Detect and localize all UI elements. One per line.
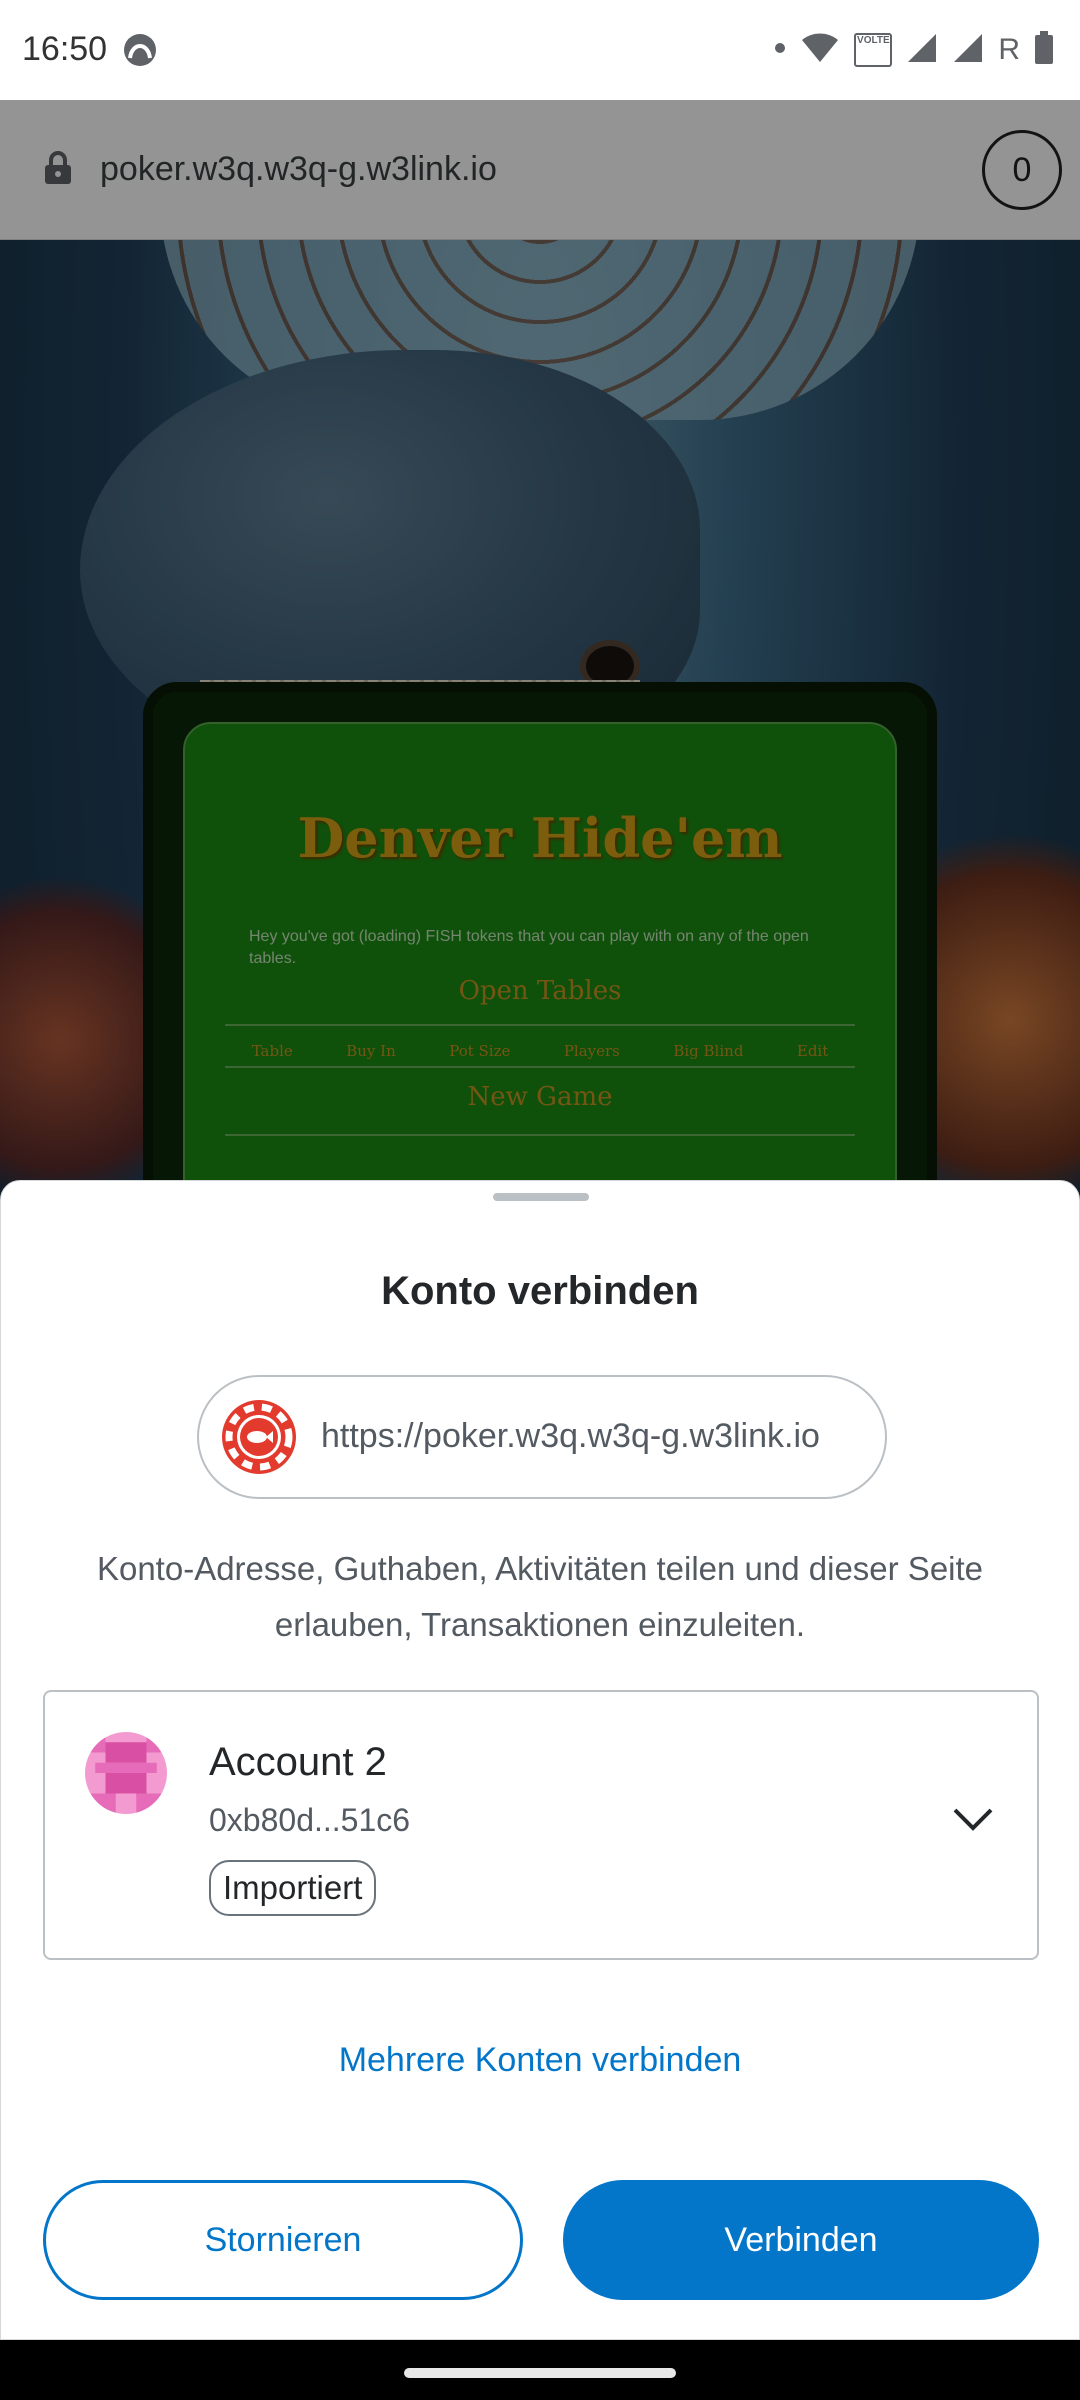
connect-account-sheet: Konto verbinden https://poker.w3q.w3q-g.… bbox=[0, 1180, 1080, 2340]
imported-badge: Importiert bbox=[209, 1860, 377, 1916]
permission-description: Konto-Adresse, Guthaben, Aktivitäten tei… bbox=[96, 1550, 984, 1643]
site-origin-pill: https://poker.w3q.w3q-g.w3link.io bbox=[197, 1375, 887, 1499]
home-gesture-handle[interactable] bbox=[404, 2368, 676, 2378]
signal-icon bbox=[952, 32, 984, 69]
connect-multiple-accounts-link[interactable]: Mehrere Konten verbinden bbox=[1, 2041, 1079, 2080]
account-selector[interactable]: Account 2 0xb80d...51c6 Importiert bbox=[43, 1690, 1039, 1960]
account-name: Account 2 bbox=[209, 1740, 387, 1784]
sheet-drag-handle[interactable] bbox=[493, 1193, 589, 1201]
connect-button[interactable]: Verbinden bbox=[563, 2180, 1039, 2300]
dot-icon bbox=[774, 41, 786, 59]
status-bar: 16:50 VOLTE R bbox=[0, 0, 1080, 100]
status-icons: VOLTE R bbox=[774, 28, 1054, 72]
site-url: https://poker.w3q.w3q-g.w3link.io bbox=[321, 1417, 820, 1455]
wifi-icon bbox=[800, 32, 840, 69]
status-time: 16:50 bbox=[22, 30, 108, 68]
system-navigation-bar bbox=[0, 2340, 1080, 2400]
app-notification-icon bbox=[122, 32, 158, 73]
roaming-icon: R bbox=[998, 33, 1020, 66]
volte-label: VOLTE bbox=[857, 35, 890, 46]
volte-icon: VOLTE bbox=[854, 33, 893, 67]
account-avatar bbox=[85, 1732, 167, 1814]
sheet-title: Konto verbinden bbox=[381, 1269, 699, 1313]
battery-icon bbox=[1034, 30, 1054, 70]
chevron-down-icon[interactable] bbox=[951, 1804, 995, 1834]
cancel-button[interactable]: Stornieren bbox=[43, 2180, 523, 2300]
account-address: 0xb80d...51c6 bbox=[209, 1802, 411, 1838]
signal-icon bbox=[906, 32, 938, 69]
poker-chip-fish-icon bbox=[221, 1399, 297, 1475]
